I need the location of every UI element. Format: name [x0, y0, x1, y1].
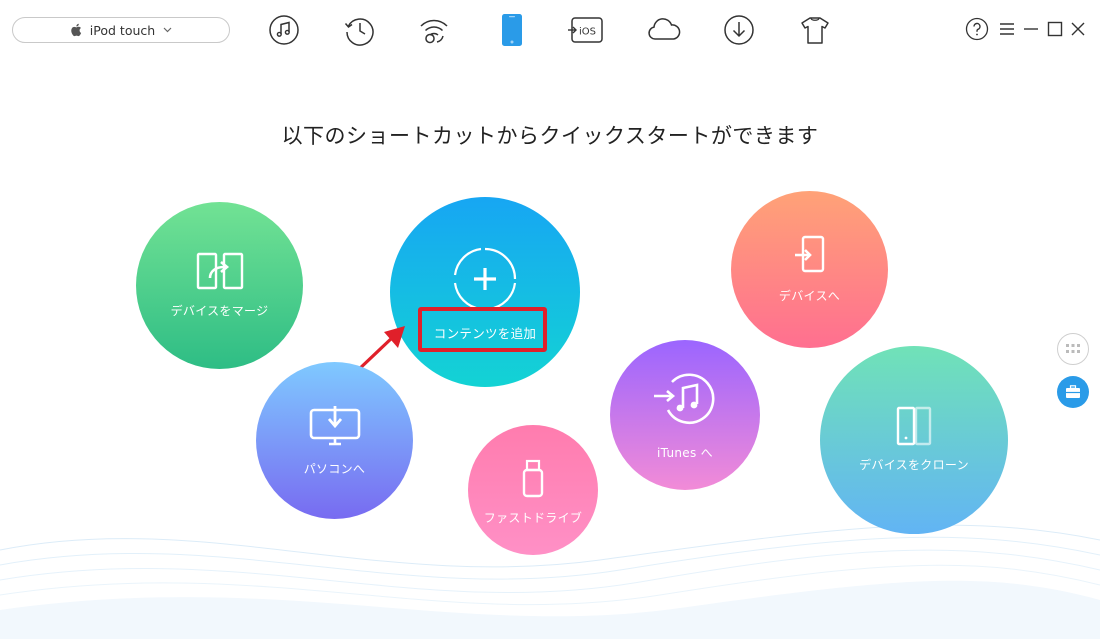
- merge-icon: [196, 252, 244, 294]
- itunes-icon: [654, 372, 716, 432]
- add-icon: [453, 247, 517, 315]
- device-selector[interactable]: iPod touch: [12, 17, 230, 43]
- clone-device-label: デバイスをクローン: [859, 458, 969, 472]
- add-content-button[interactable]: コンテンツを追加: [390, 197, 580, 387]
- ios-mover-icon[interactable]: iOS: [566, 10, 606, 50]
- flash-drive-button[interactable]: ファストドライブ: [468, 425, 598, 555]
- chevron-down-icon: [163, 27, 172, 33]
- computer-download-icon: [309, 406, 361, 450]
- merge-devices-button[interactable]: デバイスをマージ: [136, 202, 303, 369]
- to-device-icon: [794, 235, 826, 277]
- menu-icon[interactable]: [995, 17, 1019, 41]
- merge-label: デバイスをマージ: [170, 304, 269, 318]
- to-itunes-button[interactable]: iTunes へ: [610, 340, 760, 490]
- icloud-icon[interactable]: [644, 10, 684, 50]
- toolbox-icon: [1066, 385, 1080, 398]
- close-icon[interactable]: [1066, 17, 1090, 41]
- page-title: 以下のショートカットからクイックスタートができます: [281, 124, 819, 148]
- clone-icon: [896, 406, 932, 450]
- device-icon[interactable]: [492, 10, 532, 50]
- help-icon[interactable]: [965, 17, 989, 41]
- to-device-label: デバイスへ: [778, 289, 841, 303]
- airbackup-icon[interactable]: [414, 10, 454, 50]
- highlight-box: [418, 307, 547, 352]
- to-pc-label: パソコンへ: [303, 462, 366, 476]
- clone-device-button[interactable]: デバイスをクローン: [820, 346, 1008, 534]
- music-icon[interactable]: [264, 10, 304, 50]
- history-icon[interactable]: [339, 10, 379, 50]
- minimize-icon[interactable]: [1019, 17, 1043, 41]
- download-icon[interactable]: [719, 10, 759, 50]
- apple-icon: [70, 23, 82, 37]
- tshirt-icon[interactable]: [795, 10, 835, 50]
- usb-drive-icon: [521, 459, 545, 503]
- maximize-icon[interactable]: [1043, 17, 1067, 41]
- grid-view-button[interactable]: [1057, 333, 1089, 365]
- to-pc-button[interactable]: パソコンへ: [256, 362, 413, 519]
- to-itunes-label: iTunes へ: [657, 446, 713, 460]
- flash-drive-label: ファストドライブ: [483, 511, 583, 525]
- grid-icon: [1066, 344, 1080, 353]
- toolkit-button[interactable]: [1057, 376, 1089, 408]
- device-name: iPod touch: [89, 22, 156, 38]
- ios-label: iOS: [579, 27, 596, 38]
- to-device-button[interactable]: デバイスへ: [731, 191, 888, 348]
